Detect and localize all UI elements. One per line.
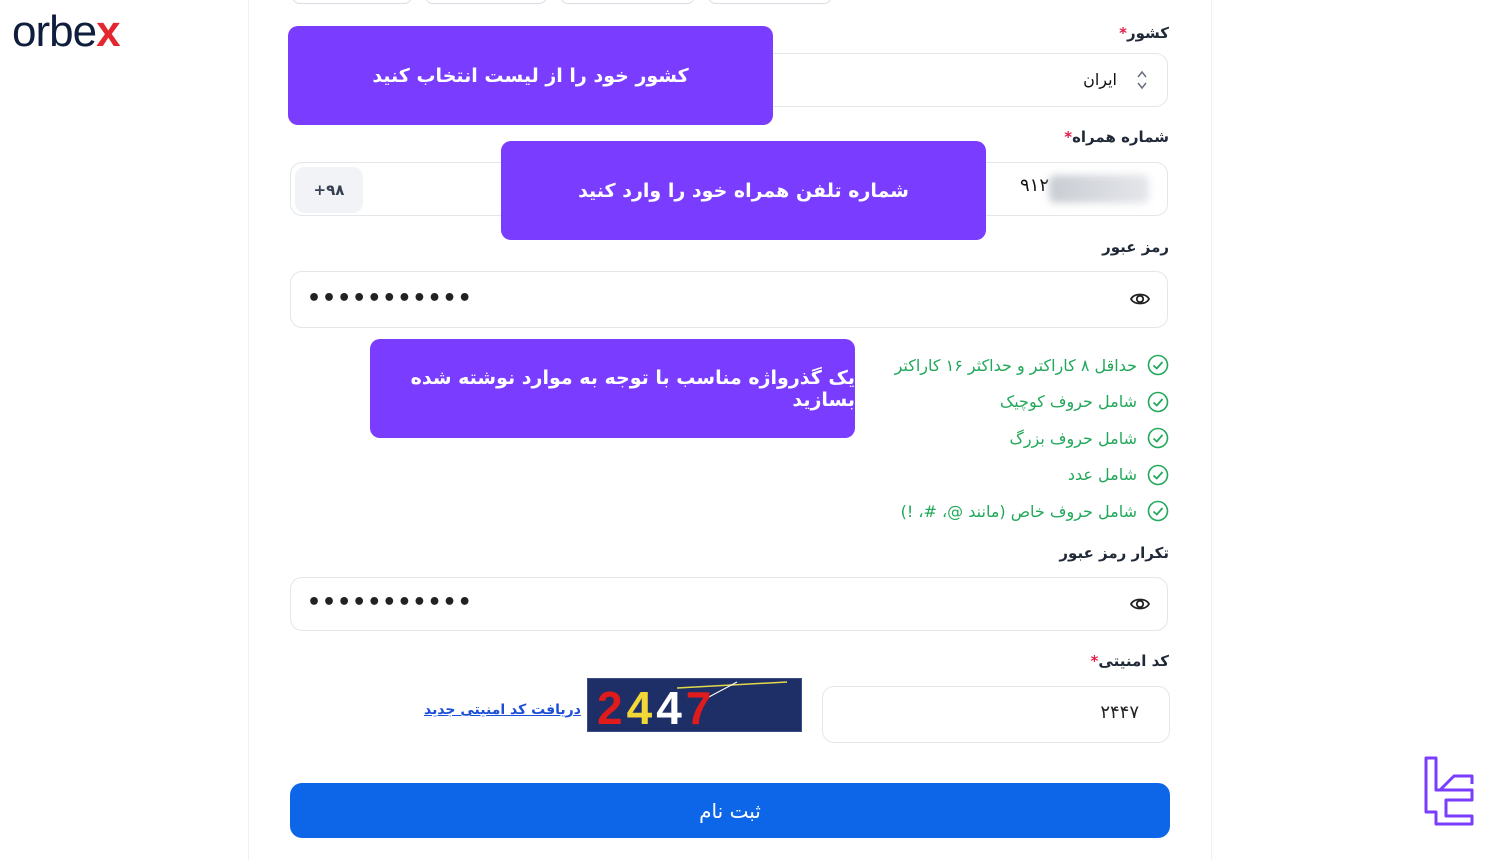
check-circle-icon bbox=[1147, 391, 1169, 413]
top-tab-4[interactable] bbox=[708, 0, 832, 4]
password-rule: شامل عدد bbox=[895, 457, 1169, 494]
password-rule: حداقل ۸ کاراکتر و حداکثر ۱۶ کاراکتر bbox=[895, 347, 1169, 384]
confirm-password-label: تکرار رمز عبور bbox=[1059, 544, 1169, 562]
top-tab-1[interactable] bbox=[292, 0, 412, 4]
password-masked-value: ••••••••••• bbox=[307, 286, 473, 311]
check-circle-icon bbox=[1147, 354, 1169, 376]
country-value: ایران bbox=[1083, 70, 1117, 89]
captcha-input[interactable]: ۲۴۴۷ bbox=[822, 686, 1170, 743]
password-rule: شامل حروف خاص (مانند @، #، !) bbox=[895, 493, 1169, 530]
confirm-password-input[interactable]: ••••••••••• bbox=[290, 577, 1168, 631]
check-circle-icon bbox=[1147, 500, 1169, 522]
refresh-captcha-link[interactable]: دریافت کد امنیتی جدید bbox=[424, 702, 581, 718]
captcha-image-text: 2447 bbox=[597, 682, 715, 732]
country-label: کشور* bbox=[1119, 24, 1169, 42]
phone-value: ۹۱۲ bbox=[1019, 175, 1049, 196]
country-callout: کشور خود را از لیست انتخاب کنید bbox=[288, 26, 773, 125]
captcha-value: ۲۴۴۷ bbox=[1100, 702, 1139, 723]
phone-callout: شماره تلفن همراه خود را وارد کنید bbox=[501, 141, 986, 240]
orbex-logo: orbex bbox=[12, 7, 121, 56]
password-input[interactable]: ••••••••••• bbox=[290, 271, 1168, 328]
password-callout: یک گذرواژه مناسب با توجه به موارد نوشته … bbox=[370, 339, 855, 438]
password-rule: شامل حروف بزرگ bbox=[895, 420, 1169, 457]
check-circle-icon bbox=[1147, 427, 1169, 449]
phone-blurred-digits bbox=[1049, 175, 1149, 203]
updown-chevron-icon bbox=[1137, 70, 1147, 90]
password-label: رمز عبور bbox=[1102, 238, 1169, 256]
brand-mark-icon bbox=[1424, 756, 1474, 826]
password-rules-list: حداقل ۸ کاراکتر و حداکثر ۱۶ کاراکتر شامل… bbox=[895, 347, 1169, 530]
top-tab-2[interactable] bbox=[425, 0, 547, 4]
confirm-password-masked-value: ••••••••••• bbox=[307, 590, 473, 615]
phone-label: شماره همراه* bbox=[1064, 128, 1169, 146]
phone-prefix[interactable]: +۹۸ bbox=[295, 167, 363, 213]
captcha-image: 2447 bbox=[587, 678, 802, 732]
captcha-label: کد امنیتی* bbox=[1090, 652, 1169, 670]
eye-icon[interactable] bbox=[1129, 593, 1151, 615]
top-tab-3[interactable] bbox=[560, 0, 695, 4]
check-circle-icon bbox=[1147, 464, 1169, 486]
password-rule: شامل حروف کوچیک bbox=[895, 384, 1169, 421]
submit-button[interactable]: ثبت نام bbox=[290, 783, 1170, 838]
eye-icon[interactable] bbox=[1129, 288, 1151, 310]
